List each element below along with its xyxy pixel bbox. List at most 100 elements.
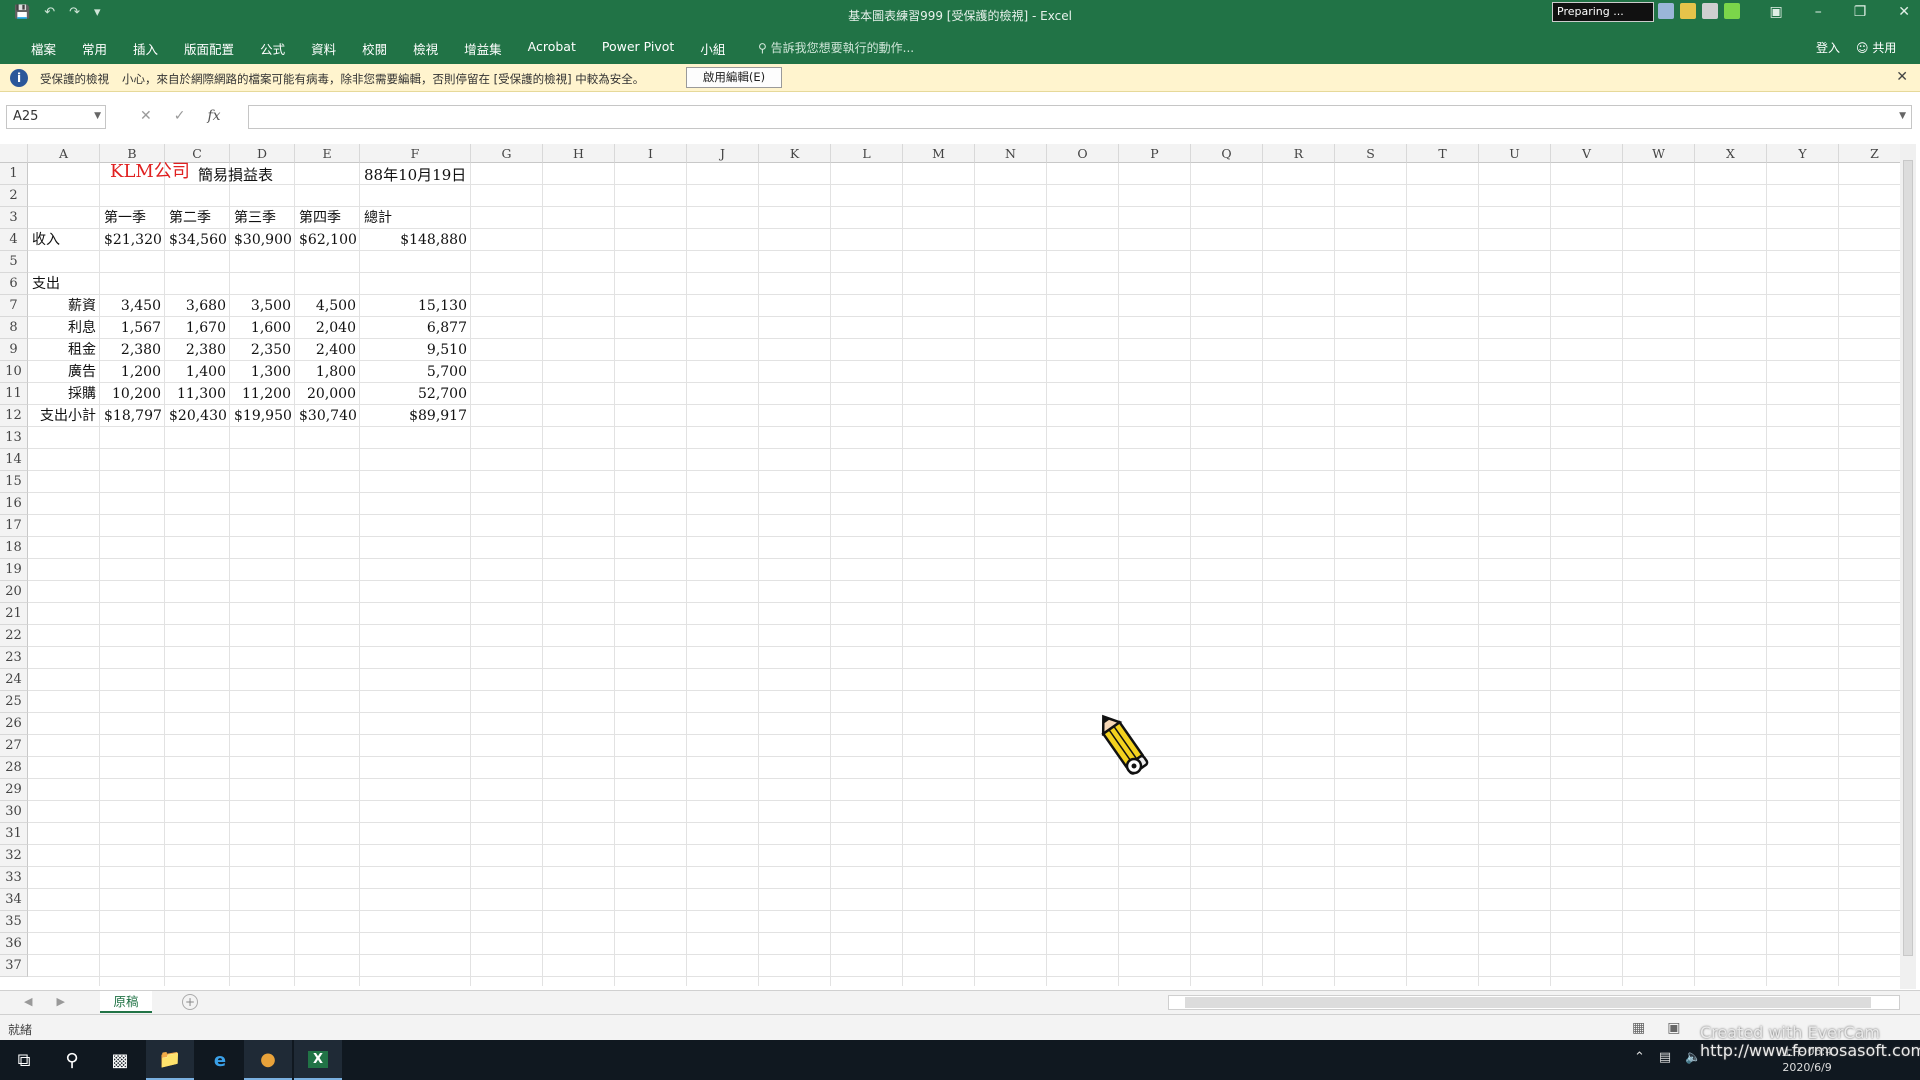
volume-icon[interactable]: 🔈 xyxy=(1685,1050,1701,1065)
row-header-1[interactable]: 1 xyxy=(0,163,28,185)
row-header-20[interactable]: 20 xyxy=(0,581,28,603)
expense-value[interactable]: 3,450 xyxy=(104,295,161,317)
row-header-32[interactable]: 32 xyxy=(0,845,28,867)
row-header-36[interactable]: 36 xyxy=(0,933,28,955)
row-header-17[interactable]: 17 xyxy=(0,515,28,537)
tell-me-box[interactable]: ⚲ 告訴我您想要執行的動作... xyxy=(758,39,914,56)
expense-value[interactable]: 11,200 xyxy=(234,383,291,405)
title-report[interactable]: 簡易損益表 xyxy=(198,164,320,186)
chrome-icon[interactable]: ● xyxy=(244,1040,292,1080)
row-header-29[interactable]: 29 xyxy=(0,779,28,801)
row-header-3[interactable]: 3 xyxy=(0,207,28,229)
tab-review[interactable]: 校閱 xyxy=(349,35,400,62)
column-header-l[interactable]: L xyxy=(831,144,903,163)
income-value[interactable]: $30,900 xyxy=(234,229,292,251)
row-header-9[interactable]: 9 xyxy=(0,339,28,361)
enter-icon[interactable]: ✓ xyxy=(174,108,186,124)
prev-sheet-icon[interactable]: ◀ xyxy=(24,995,32,1008)
pen-icon[interactable] xyxy=(1680,3,1696,19)
expense-value[interactable]: 1,200 xyxy=(104,361,161,383)
file-explorer-icon[interactable]: 📁 xyxy=(146,1040,194,1080)
search-icon[interactable]: ⚲ xyxy=(48,1040,96,1080)
expense-value[interactable]: 1,300 xyxy=(234,361,291,383)
column-header-t[interactable]: T xyxy=(1407,144,1479,163)
report-date[interactable]: 88年10月19日 xyxy=(364,164,467,186)
next-sheet-icon[interactable]: ▶ xyxy=(56,995,64,1008)
column-header-f[interactable]: F xyxy=(360,144,471,163)
expense-value[interactable]: 1,400 xyxy=(169,361,226,383)
row-header-12[interactable]: 12 xyxy=(0,405,28,427)
column-header-n[interactable]: N xyxy=(975,144,1047,163)
expense-value[interactable]: 9,510 xyxy=(364,339,467,361)
expense-value[interactable]: 15,130 xyxy=(364,295,467,317)
expense-value[interactable]: 52,700 xyxy=(364,383,467,405)
tab-data[interactable]: 資料 xyxy=(298,35,349,62)
row-header-5[interactable]: 5 xyxy=(0,251,28,273)
row-header-33[interactable]: 33 xyxy=(0,867,28,889)
cancel-icon[interactable]: ✕ xyxy=(140,108,152,124)
row-header-26[interactable]: 26 xyxy=(0,713,28,735)
expense-value[interactable]: 1,600 xyxy=(234,317,291,339)
column-header-v[interactable]: V xyxy=(1551,144,1623,163)
header-5[interactable]: 總計 xyxy=(364,207,467,229)
sheet-tab[interactable]: 原稿 xyxy=(100,991,152,1013)
column-header-h[interactable]: H xyxy=(543,144,615,163)
column-header-q[interactable]: Q xyxy=(1191,144,1263,163)
name-box[interactable]: A25 ▼ xyxy=(6,105,106,129)
select-all-corner[interactable] xyxy=(0,144,28,163)
subtotal-value[interactable]: $19,950 xyxy=(234,405,292,427)
row-header-22[interactable]: 22 xyxy=(0,625,28,647)
income-value[interactable]: $62,100 xyxy=(299,229,357,251)
tab-power-pivot[interactable]: Power Pivot xyxy=(589,35,687,62)
row-header-21[interactable]: 21 xyxy=(0,603,28,625)
share-button[interactable]: ☺ 共用 xyxy=(1856,39,1896,56)
row-header-19[interactable]: 19 xyxy=(0,559,28,581)
formula-input[interactable]: ▼ xyxy=(248,105,1912,129)
column-header-a[interactable]: A xyxy=(28,144,100,163)
income-value[interactable]: $148,880 xyxy=(364,229,467,251)
column-header-d[interactable]: D xyxy=(230,144,295,163)
row-header-6[interactable]: 6 xyxy=(0,273,28,295)
tab-team[interactable]: 小組 xyxy=(687,35,738,62)
expense-value[interactable]: 11,300 xyxy=(169,383,226,405)
row-header-37[interactable]: 37 xyxy=(0,955,28,977)
column-header-w[interactable]: W xyxy=(1623,144,1695,163)
column-header-x[interactable]: X xyxy=(1695,144,1767,163)
expense-value[interactable]: 3,680 xyxy=(169,295,226,317)
record-icon[interactable] xyxy=(1724,3,1740,19)
column-header-j[interactable]: J xyxy=(687,144,759,163)
enable-editing-button[interactable]: 啟用編輯(E) xyxy=(686,67,782,88)
expense-value[interactable]: 1,567 xyxy=(104,317,161,339)
vertical-scroll-thumb[interactable] xyxy=(1903,160,1913,956)
close-icon[interactable]: ✕ xyxy=(1898,4,1910,20)
horizontal-scroll-thumb[interactable] xyxy=(1185,997,1871,1008)
row-header-34[interactable]: 34 xyxy=(0,889,28,911)
row-header-8[interactable]: 8 xyxy=(0,317,28,339)
sign-in-link[interactable]: 登入 xyxy=(1816,39,1840,56)
expense-value[interactable]: 2,350 xyxy=(234,339,291,361)
tab-addins[interactable]: 增益集 xyxy=(451,35,515,62)
row-header-25[interactable]: 25 xyxy=(0,691,28,713)
normal-view-icon[interactable]: ▦ xyxy=(1632,1020,1645,1036)
header-4[interactable]: 第四季 xyxy=(299,207,356,229)
header-1[interactable]: 第一季 xyxy=(104,207,161,229)
row-header-16[interactable]: 16 xyxy=(0,493,28,515)
expense-item-label[interactable]: 廣告 xyxy=(32,361,96,383)
row-header-31[interactable]: 31 xyxy=(0,823,28,845)
windows-start-icon[interactable]: ⧉ xyxy=(0,1040,48,1080)
tab-insert[interactable]: 插入 xyxy=(120,35,171,62)
income-label[interactable]: 收入 xyxy=(32,229,96,251)
row-header-18[interactable]: 18 xyxy=(0,537,28,559)
expand-formula-icon[interactable]: ▼ xyxy=(1899,111,1906,121)
expense-value[interactable]: 3,500 xyxy=(234,295,291,317)
expense-value[interactable]: 2,380 xyxy=(169,339,226,361)
column-header-p[interactable]: P xyxy=(1119,144,1191,163)
expense-value[interactable]: 5,700 xyxy=(364,361,467,383)
row-header-2[interactable]: 2 xyxy=(0,185,28,207)
minimize-icon[interactable]: – xyxy=(1815,4,1822,20)
horizontal-scrollbar[interactable] xyxy=(1168,995,1900,1010)
ribbon-display-icon[interactable]: ▣ xyxy=(1769,4,1782,20)
close-message-icon[interactable]: ✕ xyxy=(1896,69,1908,85)
column-header-i[interactable]: I xyxy=(615,144,687,163)
ie-browser-icon[interactable]: e xyxy=(196,1040,244,1080)
